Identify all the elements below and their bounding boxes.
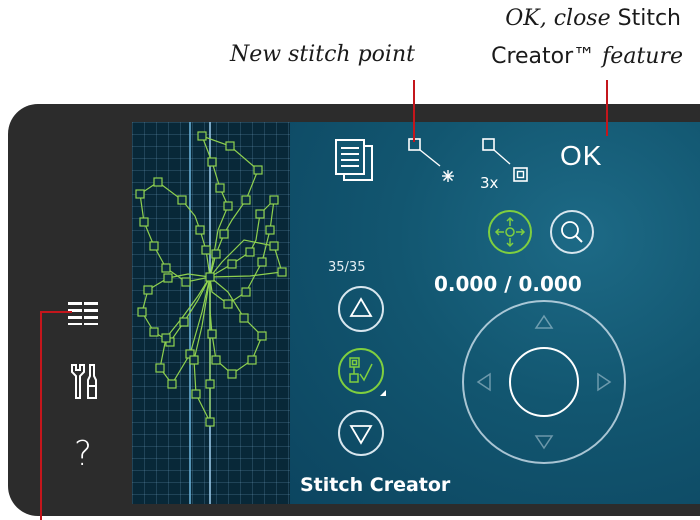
- duplicate-icon[interactable]: [332, 136, 376, 184]
- annotation-ok-close-line1: OK, close Stitch: [483, 6, 699, 32]
- stitch-field[interactable]: [132, 122, 290, 504]
- help-glyph: ?: [73, 434, 93, 474]
- repeat-label: 3x: [480, 174, 499, 192]
- tools-icon[interactable]: [66, 362, 100, 402]
- annotation-ok-close-italic: OK, close: [505, 6, 611, 31]
- touch-screen: 3x OK 35/35 0.000 / 0.000 Stitch Creator: [132, 122, 700, 504]
- annotation-ok-close: OK, close Stitch Creator™ feature: [483, 6, 699, 70]
- new-stitch-point-icon[interactable]: [406, 136, 462, 186]
- triangle-up-icon: [349, 297, 373, 317]
- annotation-new-stitch-point-text: New stitch point: [230, 42, 415, 67]
- previous-stitch-button[interactable]: [338, 286, 384, 332]
- coordinates-readout: 0.000 / 0.000: [434, 272, 582, 296]
- stitch-pattern: [135, 122, 287, 504]
- move-tool-button[interactable]: [488, 210, 532, 254]
- device-frame: ? 3x OK 35/35 0.000 / 0.000 Stitch Creat…: [8, 104, 700, 516]
- annotation-ok-close-line2: Creator™ feature: [483, 44, 699, 70]
- triangle-down-icon: [349, 425, 373, 445]
- callout-line-ok: [606, 80, 608, 136]
- annotation-feature-italic: feature: [595, 44, 683, 69]
- check-select-icon: [349, 357, 373, 383]
- zoom-button[interactable]: [550, 210, 594, 254]
- magnifier-icon: [561, 221, 583, 243]
- menu-list-icon[interactable]: [66, 300, 100, 326]
- callout-line-menu-h: [40, 311, 72, 313]
- callout-line-new-stitch: [413, 80, 415, 142]
- stitch-counter: 35/35: [328, 260, 366, 275]
- help-icon[interactable]: ?: [66, 434, 100, 474]
- next-stitch-button[interactable]: [338, 410, 384, 456]
- move-arrows-icon: [494, 216, 526, 248]
- wheel-arrows-icon: [476, 314, 612, 450]
- ok-button[interactable]: OK: [560, 140, 602, 172]
- annotation-creator-plain: Creator™: [491, 44, 596, 69]
- screen-title: Stitch Creator: [300, 474, 451, 496]
- select-stitch-button[interactable]: [338, 348, 384, 394]
- control-wheel[interactable]: [462, 300, 626, 464]
- annotation-new-stitch-point: New stitch point: [230, 42, 415, 68]
- corner-indicator-icon: [380, 390, 386, 396]
- annotation-ok-close-plain: Stitch: [610, 6, 681, 31]
- callout-line-menu-v: [40, 311, 42, 520]
